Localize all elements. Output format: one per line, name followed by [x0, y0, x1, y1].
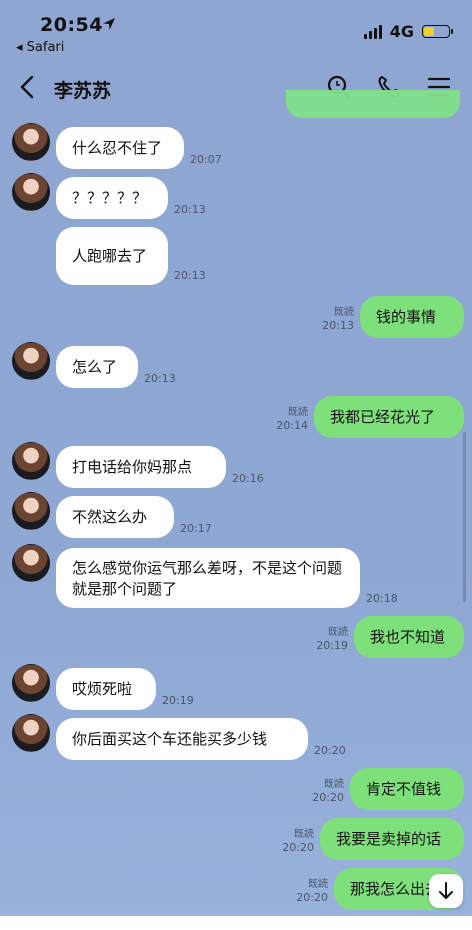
back-chevron-icon[interactable]	[16, 74, 40, 100]
message-time: 20:19	[316, 639, 348, 652]
read-receipt: 既読 20:19	[308, 626, 348, 652]
incoming-message-bubble[interactable]: 人跑哪去了	[56, 227, 168, 285]
incoming-message-bubble[interactable]: 哎烦死啦	[56, 668, 156, 710]
previous-message-bubble	[286, 90, 460, 118]
read-receipt: 既読 20:13	[314, 306, 354, 332]
message-time: 20:13	[144, 372, 176, 385]
battery-icon	[422, 25, 453, 38]
outgoing-message-bubble[interactable]: 我都已经花光了	[314, 396, 464, 438]
incoming-message-bubble[interactable]: 你后面买这个车还能买多少钱	[56, 718, 308, 760]
message-time: 20:19	[162, 694, 194, 707]
incoming-message-bubble[interactable]: 什么忍不住了	[56, 127, 184, 169]
bottom-bar	[0, 916, 472, 930]
back-to-safari-link[interactable]: ◂ Safari	[16, 40, 64, 55]
incoming-message-bubble[interactable]: ？？？？？	[56, 177, 168, 219]
contact-avatar[interactable]	[12, 492, 50, 530]
contact-avatar[interactable]	[12, 173, 50, 211]
contact-avatar[interactable]	[12, 342, 50, 380]
status-indicators: 4G	[363, 22, 453, 41]
message-time: 20:13	[322, 319, 354, 332]
read-label: 既読	[334, 307, 354, 318]
incoming-message-bubble[interactable]: 打电话给你妈那点	[56, 446, 226, 488]
outgoing-message-bubble[interactable]: 我也不知道	[354, 616, 464, 658]
scroll-down-icon	[439, 882, 453, 899]
message-time: 20:17	[180, 522, 212, 535]
contact-avatar[interactable]	[12, 664, 50, 702]
message-time: 20:20	[296, 891, 328, 904]
scroll-down-button[interactable]	[429, 874, 463, 908]
contact-avatar[interactable]	[12, 123, 50, 161]
contact-avatar[interactable]	[12, 714, 50, 752]
message-time: 20:14	[276, 419, 308, 432]
outgoing-message-bubble[interactable]: 肯定不值钱	[350, 768, 464, 810]
incoming-message-bubble[interactable]: 怎么感觉你运气那么差呀，不是这个问题就是那个问题了	[56, 548, 360, 608]
network-type: 4G	[389, 22, 414, 41]
message-time: 20:07	[190, 153, 222, 166]
message-time: 20:20	[312, 791, 344, 804]
incoming-message-bubble[interactable]: 不然这么办	[56, 496, 174, 538]
chat-title: 李苏苏	[54, 80, 112, 102]
status-time: 20:54	[40, 14, 103, 36]
read-receipt: 既読 20:20	[304, 778, 344, 804]
read-label: 既読	[324, 779, 344, 790]
read-receipt: 既読 20:20	[288, 878, 328, 904]
message-time: 20:16	[232, 472, 264, 485]
read-label: 既読	[328, 627, 348, 638]
read-receipt: 既読 20:14	[268, 406, 308, 432]
message-time: 20:20	[314, 744, 346, 757]
read-receipt: 既読 20:20	[274, 828, 314, 854]
incoming-message-bubble[interactable]: 怎么了	[56, 346, 138, 388]
message-time: 20:20	[282, 841, 314, 854]
contact-avatar[interactable]	[12, 544, 50, 582]
outgoing-message-bubble[interactable]: 钱的事情	[360, 296, 464, 338]
read-label: 既読	[294, 829, 314, 840]
signal-icon	[363, 24, 382, 39]
chat-screen: 20:54 ◂ Safari 4G 李苏苏 什么忍不住了 20:07 ？？？？？ 20…	[0, 0, 472, 930]
scrollbar[interactable]	[463, 432, 466, 602]
message-time: 20:18	[366, 592, 398, 605]
read-label: 既読	[288, 407, 308, 418]
message-time: 20:13	[174, 269, 206, 282]
message-time: 20:13	[174, 203, 206, 216]
read-label: 既読	[308, 879, 328, 890]
outgoing-message-bubble[interactable]: 我要是卖掉的话	[320, 818, 464, 860]
location-arrow-icon	[103, 18, 115, 30]
contact-avatar[interactable]	[12, 442, 50, 480]
